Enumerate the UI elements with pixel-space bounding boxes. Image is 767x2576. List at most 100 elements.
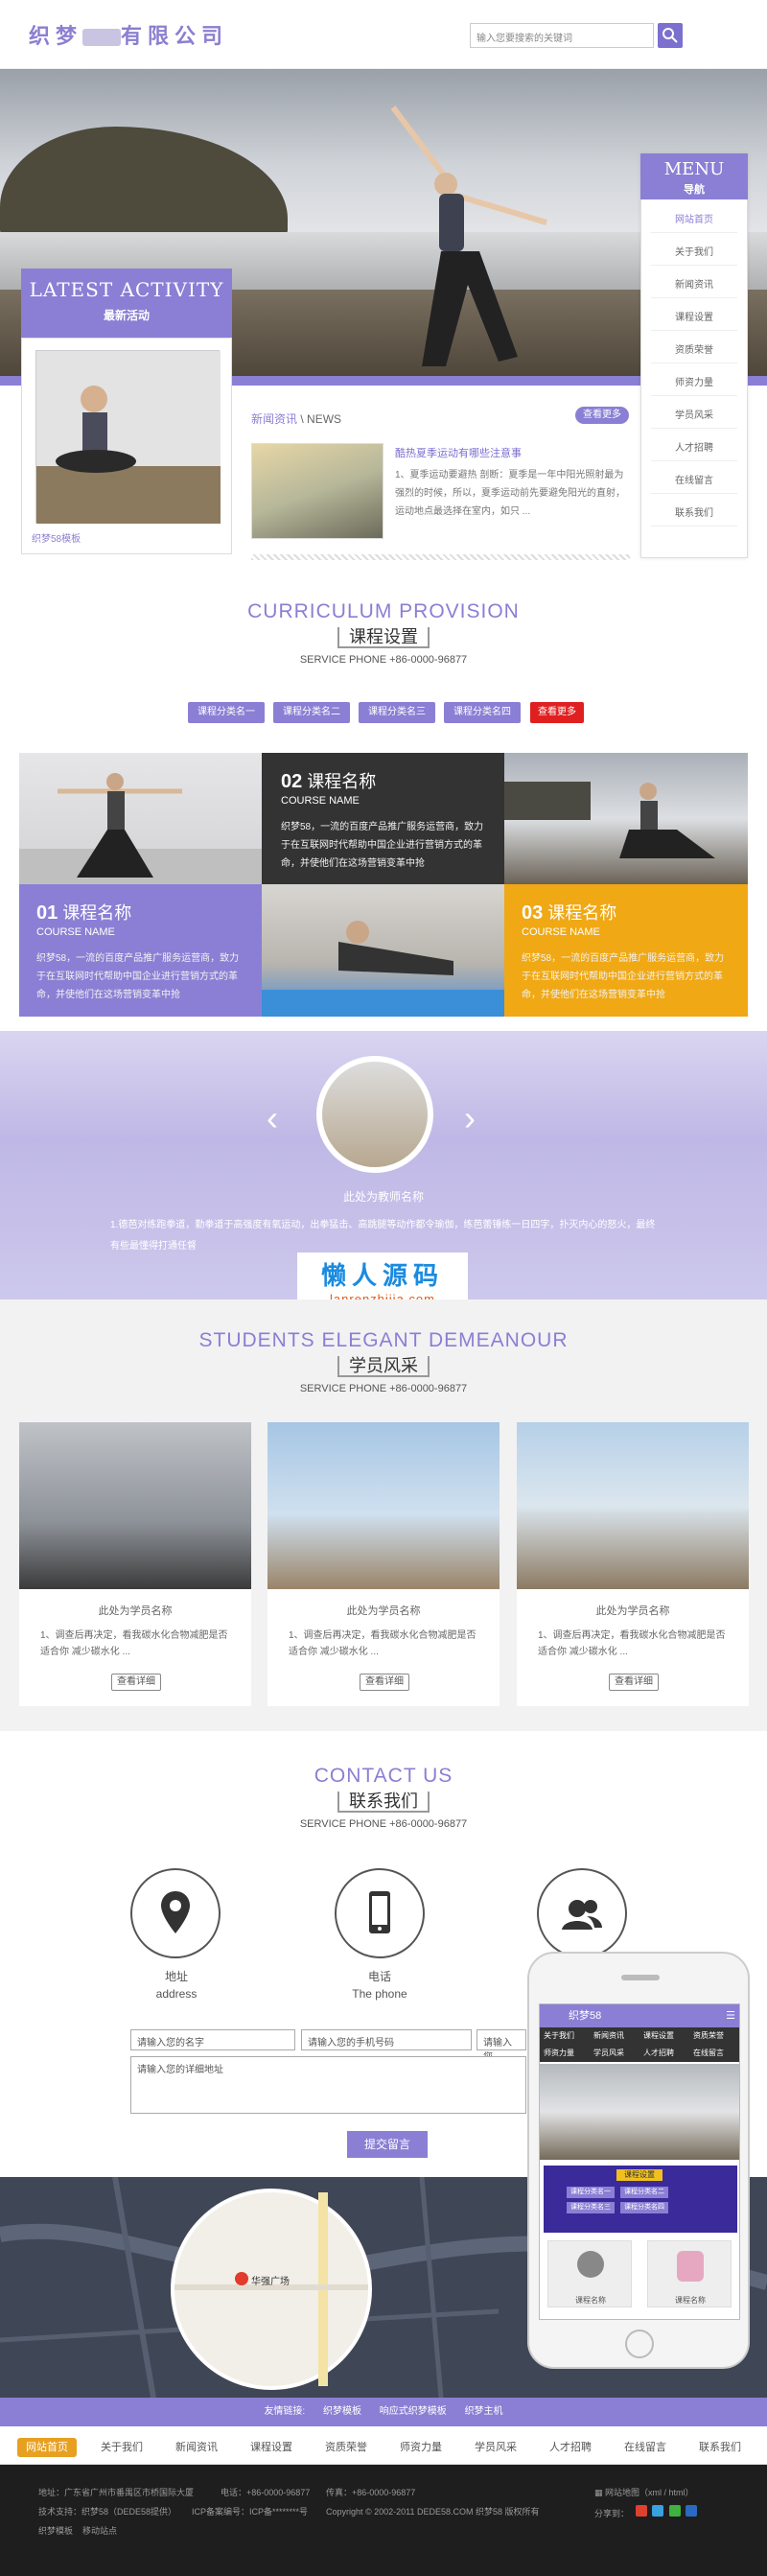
logo[interactable]: 织梦 有限公司 — [29, 19, 228, 50]
news-tab[interactable]: 新闻资讯 \ NEWS — [251, 410, 341, 427]
search-input[interactable]: 输入您要搜索的关键词 — [470, 23, 654, 48]
footer-template-link[interactable]: 织梦模板 — [38, 2524, 73, 2537]
footer-nav-about[interactable]: 关于我们 — [92, 2438, 151, 2457]
menu-item-contact[interactable]: 联系我们 — [651, 502, 737, 527]
mobile-nav-item[interactable]: 课程设置 — [643, 2030, 674, 2041]
footer-nav-contact[interactable]: 联系我们 — [690, 2438, 750, 2457]
menu-item-teachers[interactable]: 师资力量 — [651, 371, 737, 396]
address-textarea[interactable]: 请输入您的详细地址 — [130, 2056, 526, 2114]
course-image-1[interactable] — [19, 753, 262, 884]
phone-label-cn: 电话 — [367, 1970, 391, 1983]
footer-share: 分享到： — [594, 2505, 698, 2519]
qzone-icon[interactable] — [652, 2505, 664, 2517]
mobile-input[interactable]: 请输入您的手机号码 — [301, 2029, 472, 2050]
student-image[interactable] — [267, 1422, 500, 1589]
mobile-category-button[interactable]: 课程分类名二 — [620, 2187, 668, 2198]
course-image-3[interactable] — [504, 753, 748, 884]
footer-support[interactable]: 技术支持：织梦58（DEDE58提供） — [38, 2505, 176, 2517]
mobile-category-button[interactable]: 课程分类名一 — [567, 2187, 615, 2198]
next-arrow-icon[interactable]: › — [464, 1098, 476, 1138]
friend-links-label: 友情链接: — [264, 2406, 306, 2417]
logo-blur — [82, 29, 122, 46]
search-button[interactable] — [658, 23, 683, 48]
student-card[interactable]: 此处为学员名称 1、调查后再决定，看我碳水化合物减肥是否适合你 减少碳水化 ..… — [517, 1422, 749, 1706]
student-detail-button[interactable]: 查看详细 — [111, 1674, 161, 1691]
student-image[interactable] — [19, 1422, 251, 1589]
footer-nav-message[interactable]: 在线留言 — [616, 2438, 675, 2457]
curriculum-title-block: CURRICULUM PROVISION 课程设置 SERVICE PHONE … — [0, 600, 767, 666]
footer-nav-jobs[interactable]: 人才招聘 — [541, 2438, 600, 2457]
footer-nav-home[interactable]: 网站首页 — [17, 2438, 77, 2457]
banner-cliff — [0, 127, 288, 242]
map-zoom-circle[interactable]: 华强广场 — [171, 2189, 372, 2390]
menu-item-about[interactable]: 关于我们 — [651, 241, 737, 266]
footer-icp[interactable]: ICP备案编号：ICP备********号 — [192, 2505, 308, 2517]
teacher-description: 1.德芭对练跑拳道，勤拳道于高强度有氧运动，出拳猛击、高跳腿等动作都令瑜伽，练芭… — [110, 1220, 656, 1252]
menu-item-students[interactable]: 学员风采 — [651, 404, 737, 429]
mobile-nav-item[interactable]: 师资力量 — [544, 2048, 574, 2058]
mobile-product-name: 课程名称 — [575, 2296, 606, 2305]
menu-item-news[interactable]: 新闻资讯 — [651, 273, 737, 298]
course-image-2[interactable] — [262, 884, 504, 1017]
student-detail-button[interactable]: 查看详细 — [609, 1674, 659, 1691]
footer-nav-teachers[interactable]: 师资力量 — [391, 2438, 451, 2457]
renren-icon[interactable] — [686, 2505, 698, 2517]
news-more-button[interactable]: 查看更多 — [575, 407, 629, 424]
mobile-product-card[interactable]: 课程名称 — [647, 2240, 732, 2307]
extra-input[interactable]: 请输入您 — [476, 2029, 526, 2063]
mobile-nav-item[interactable]: 新闻资讯 — [593, 2030, 624, 2041]
footer-nav-courses[interactable]: 课程设置 — [242, 2438, 301, 2457]
footer-nav-news[interactable]: 新闻资讯 — [167, 2438, 226, 2457]
course-category-button[interactable]: 课程分类名三 — [359, 702, 435, 723]
teacher-avatar[interactable] — [316, 1056, 433, 1173]
footer-sitemap[interactable]: ▦ 网站地图（xml / html） — [594, 2486, 694, 2498]
footer: 地址：广东省广州市番禺区市桥国际大厦 电话：+86-0000-96877 传真：… — [0, 2465, 767, 2576]
wechat-icon[interactable] — [668, 2505, 681, 2517]
student-name: 此处为学员名称 — [98, 1605, 173, 1617]
name-input[interactable]: 请输入您的名字 — [130, 2029, 295, 2050]
student-image[interactable] — [517, 1422, 749, 1589]
student-detail-button[interactable]: 查看详细 — [360, 1674, 409, 1691]
latest-activity-image[interactable] — [35, 350, 221, 524]
course-card-3[interactable]: 03 课程名称 COURSE NAME 织梦58，一流的百度产品推广服务运营商，… — [504, 884, 748, 1017]
footer-nav-honors[interactable]: 资质荣誉 — [316, 2438, 376, 2457]
menu-item-honors[interactable]: 资质荣誉 — [651, 339, 737, 363]
mobile-banner[interactable] — [540, 2064, 739, 2160]
menu-item-home[interactable]: 网站首页 — [651, 208, 737, 233]
footer-mobile-link[interactable]: 移动站点 — [82, 2524, 117, 2537]
friend-link[interactable]: 织梦主机 — [465, 2406, 503, 2417]
news-title[interactable]: 酷热夏季运动有哪些注意事 — [395, 445, 522, 460]
contact-title-en: CONTACT US — [314, 1765, 453, 1787]
mobile-nav-item[interactable]: 关于我们 — [544, 2030, 574, 2041]
menu-item-message[interactable]: 在线留言 — [651, 469, 737, 494]
friend-link[interactable]: 响应式织梦模板 — [380, 2406, 447, 2417]
menu-item-courses[interactable]: 课程设置 — [651, 306, 737, 331]
weibo-icon[interactable] — [635, 2505, 647, 2517]
course-card-2[interactable]: 02 课程名称 COURSE NAME 织梦58，一流的百度产品推广服务运营商，… — [262, 753, 504, 884]
friend-link[interactable]: 织梦模板 — [323, 2406, 361, 2417]
mobile-nav-item[interactable]: 学员风采 — [593, 2048, 624, 2058]
submit-button[interactable]: 提交留言 — [347, 2131, 428, 2158]
mobile-nav-item[interactable]: 在线留言 — [693, 2048, 724, 2058]
news-thumbnail[interactable] — [251, 443, 384, 539]
mobile-menu-icon[interactable]: ☰ — [726, 2004, 735, 2027]
course-category-button[interactable]: 课程分类名一 — [188, 702, 265, 723]
mobile-nav-item[interactable]: 资质荣誉 — [693, 2030, 724, 2041]
footer-nav-students[interactable]: 学员风采 — [466, 2438, 525, 2457]
prev-arrow-icon[interactable]: ‹ — [267, 1098, 278, 1138]
mobile-category-button[interactable]: 课程分类名四 — [620, 2202, 668, 2213]
footer-address: 地址：广东省广州市番禺区市桥国际大厦 — [38, 2488, 195, 2497]
student-card[interactable]: 此处为学员名称 1、调查后再决定，看我碳水化合物减肥是否适合你 减少碳水化 ..… — [19, 1422, 251, 1706]
course-category-button[interactable]: 课程分类名二 — [273, 702, 350, 723]
mobile-category-button[interactable]: 课程分类名三 — [567, 2202, 615, 2213]
latest-activity-card[interactable]: 织梦58模板 — [21, 338, 232, 554]
mobile-nav-item[interactable]: 人才招聘 — [643, 2048, 674, 2058]
course-card-1[interactable]: 01 课程名称 COURSE NAME 织梦58，一流的百度产品推广服务运营商，… — [19, 884, 262, 1017]
course-category-button[interactable]: 课程分类名四 — [444, 702, 521, 723]
mobile-product-card[interactable]: 课程名称 — [547, 2240, 632, 2307]
student-card[interactable]: 此处为学员名称 1、调查后再决定，看我碳水化合物减肥是否适合你 减少碳水化 ..… — [267, 1422, 500, 1706]
menu-item-jobs[interactable]: 人才招聘 — [651, 436, 737, 461]
latest-activity-header: LATEST ACTIVITY 最新活动 — [21, 269, 232, 338]
latest-activity-caption[interactable]: 织梦58模板 — [32, 530, 81, 545]
course-more-button[interactable]: 查看更多 — [530, 702, 584, 723]
